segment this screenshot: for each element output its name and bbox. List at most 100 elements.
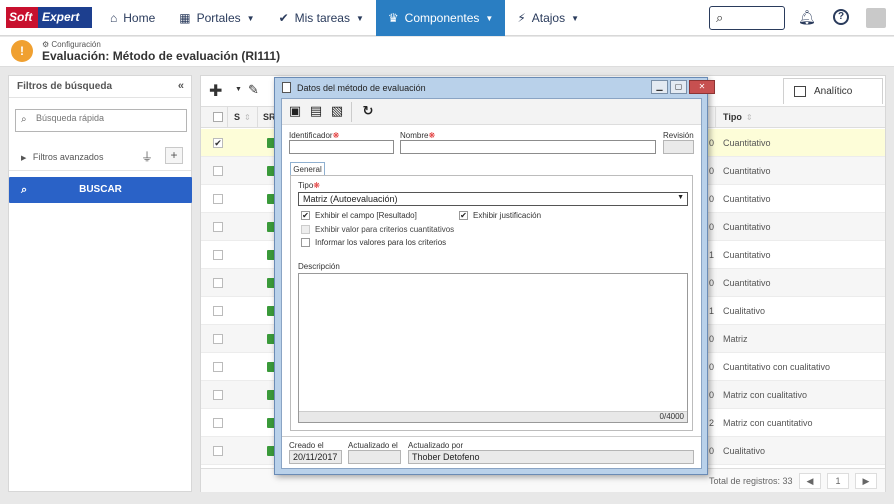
select-all-checkbox[interactable] (213, 112, 223, 122)
maximize-button[interactable]: ▢ (670, 80, 687, 94)
row-number: 0 (709, 334, 715, 344)
nav-portales[interactable]: ▦ Portales ▼ (167, 0, 266, 36)
row-checkbox[interactable]: ✔ (213, 138, 223, 148)
collapse-double-chevron-icon[interactable]: « (178, 80, 184, 92)
minimize-button[interactable]: ▁ (651, 80, 668, 94)
breadcrumb[interactable]: ⚙ Configuración (42, 40, 101, 49)
advanced-filters-toggle[interactable]: ▶ Filtros avanzados (21, 152, 103, 162)
gear-icon: ⚙ (42, 40, 50, 49)
home-icon: ⌂ (110, 11, 118, 25)
clear-filter-icon[interactable]: ⏚ (141, 148, 153, 165)
search-button[interactable]: ⌕ BUSCAR (9, 177, 192, 203)
chevron-down-icon: ▼ (246, 13, 255, 23)
row-tipo: Matriz con cualitativo (723, 390, 808, 400)
checkbox-unchecked[interactable] (301, 238, 310, 247)
row-tipo: Cuantitativo (723, 222, 771, 232)
tipo-label: Tipo❋ (298, 181, 320, 190)
prev-page-button[interactable]: ◀ (799, 473, 821, 489)
row-checkbox[interactable] (213, 278, 223, 288)
row-checkbox[interactable] (213, 446, 223, 456)
window-controls: ▁ ▢ ✕ (651, 80, 715, 94)
notification-bell-icon[interactable]: 🔔︎ (798, 9, 816, 26)
required-icon: ❋ (313, 181, 320, 190)
next-page-button[interactable]: ▶ (855, 473, 877, 489)
descripcion-textarea[interactable]: 0/4000 (298, 273, 688, 423)
page-number[interactable]: 1 (827, 473, 849, 489)
row-number: 0 (709, 222, 715, 232)
nav-componentes[interactable]: ♛ Componentes ▼ (375, 0, 506, 36)
lightning-icon: ⚡ (517, 11, 526, 25)
column-s-label: S (234, 112, 241, 122)
row-checkbox[interactable] (213, 334, 223, 344)
identificador-input[interactable] (289, 140, 394, 154)
nav-portales-label: Portales (196, 11, 241, 25)
nav-componentes-label: Componentes (404, 11, 480, 25)
add-icon[interactable]: ✚ (209, 81, 222, 101)
row-checkbox[interactable] (213, 222, 223, 232)
tab-general[interactable]: General (290, 162, 325, 176)
chevron-down-icon[interactable]: ▼ (235, 86, 242, 93)
page-title: Evaluación: Método de evaluación (RI111) (42, 49, 281, 63)
search-icon: ⌕ (21, 184, 28, 196)
tipo-selected-value: Matriz (Autoevaluación) (303, 194, 398, 204)
global-search-input[interactable]: ⌕ (709, 6, 785, 30)
save-new-icon[interactable]: ▣ (288, 104, 302, 118)
help-icon[interactable]: ? (833, 9, 849, 25)
nav-mis-tareas[interactable]: ✔ Mis tareas ▼ (267, 0, 376, 36)
row-checkbox[interactable] (213, 194, 223, 204)
portal-grid-icon: ▦ (179, 11, 191, 25)
column-divider (715, 107, 716, 127)
exhibir-justificacion-checkbox[interactable]: ✔ Exhibir justificación (459, 211, 541, 220)
chevron-right-icon: ▶ (21, 155, 27, 162)
edit-pencil-icon[interactable]: ✎ (248, 82, 259, 98)
exhibir-campo-label: Exhibir el campo [Resultado] (315, 211, 417, 220)
actualizado-por-input (408, 450, 694, 464)
tipo-select[interactable]: Matriz (Autoevaluación) ▼ (298, 192, 688, 206)
softexpert-logo[interactable]: Soft Expert (6, 7, 92, 28)
row-number: 0 (709, 278, 715, 288)
document-icon (282, 82, 291, 93)
tipo-label-text: Tipo (298, 181, 314, 190)
add-filter-button[interactable]: + (165, 147, 183, 164)
user-avatar[interactable] (866, 8, 886, 28)
informar-valores-checkbox[interactable]: Informar los valores para los criterios (301, 238, 446, 247)
column-header-tipo[interactable]: Tipo ⇕ (723, 112, 753, 122)
row-checkbox[interactable] (213, 306, 223, 316)
descripcion-label: Descripción (298, 262, 340, 271)
row-tipo: Matriz con cuantitativo (723, 418, 813, 428)
row-checkbox[interactable] (213, 418, 223, 428)
row-number: 0 (709, 446, 715, 456)
exhibir-campo-checkbox[interactable]: ✔ Exhibir el campo [Resultado] (301, 211, 417, 220)
dialog-titlebar[interactable]: Datos del método de evaluación (275, 78, 707, 98)
row-tipo: Cuantitativo con cualitativo (723, 362, 831, 372)
row-tipo: Cualitativo (723, 446, 766, 456)
refresh-icon[interactable]: ↻ (361, 104, 375, 118)
nav-home[interactable]: ⌂ Home (98, 0, 167, 36)
row-checkbox[interactable] (213, 166, 223, 176)
tab-analitico[interactable]: Analítico (783, 78, 883, 104)
close-button[interactable]: ✕ (689, 80, 715, 94)
row-tipo: Cuantitativo (723, 194, 771, 204)
save-icon[interactable]: ▤ (309, 104, 323, 118)
row-checkbox[interactable] (213, 250, 223, 260)
row-number: 0 (709, 138, 715, 148)
row-checkbox[interactable] (213, 390, 223, 400)
quick-search-input[interactable] (36, 113, 181, 123)
row-tipo: Cuantitativo (723, 166, 771, 176)
column-header-s[interactable]: S ⇕ (234, 112, 251, 122)
row-tipo: Cuantitativo (723, 278, 771, 288)
save-close-icon[interactable]: ▧ (330, 104, 344, 118)
creado-label: Creado el (289, 441, 324, 450)
row-checkbox[interactable] (213, 362, 223, 372)
quick-search-field[interactable]: ⌕ (15, 109, 187, 132)
checkbox-checked[interactable]: ✔ (301, 211, 310, 220)
dialog-body: ▣ ▤ ▧ ↻ Identificador❋ Nombre❋ Revisión … (281, 98, 702, 469)
row-number: 0 (709, 166, 715, 176)
row-number: 2 (709, 418, 715, 428)
nombre-input[interactable] (400, 140, 656, 154)
logo-soft: Soft (6, 7, 40, 28)
checkbox-checked[interactable]: ✔ (459, 211, 468, 220)
nav-atajos[interactable]: ⚡ Atajos ▼ (505, 0, 591, 36)
identificador-label: Identificador❋ (289, 131, 339, 140)
advanced-filters-label: Filtros avanzados (32, 152, 104, 162)
